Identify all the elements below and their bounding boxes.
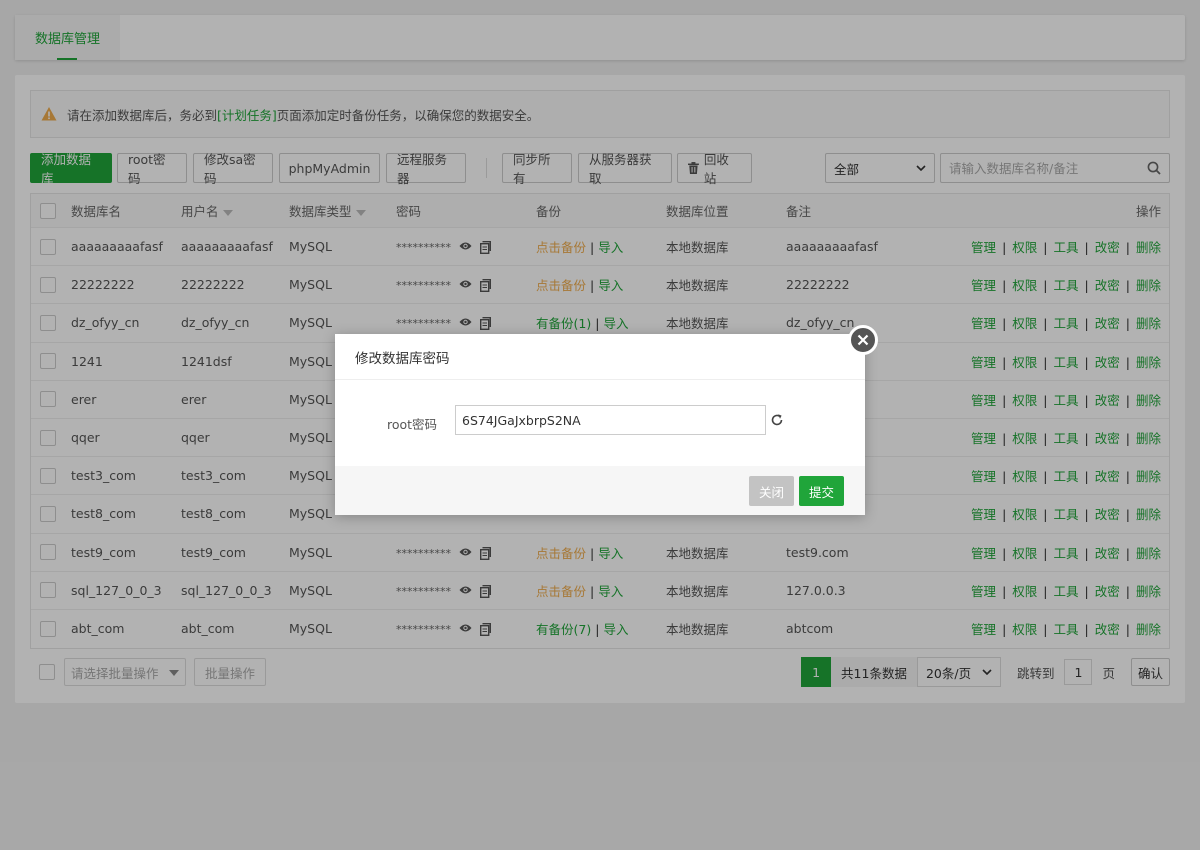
dialog-footer: 关闭 提交 [335, 466, 865, 515]
root-password-input[interactable] [455, 405, 766, 435]
close-icon[interactable] [848, 325, 878, 355]
dialog-submit-button[interactable]: 提交 [799, 476, 845, 506]
dialog-close-button[interactable]: 关闭 [749, 476, 795, 506]
root-password-label: root密码 [387, 417, 438, 432]
change-password-dialog: 修改数据库密码 root密码 关闭 提交 [335, 325, 878, 515]
dialog-title: 修改数据库密码 [335, 334, 865, 380]
page: 数据库管理 请在添加数据库后，务必到 [计划任务] 页面添加定时备份任务，以确保您的… [0, 0, 1200, 850]
dialog-body: root密码 [335, 380, 865, 466]
refresh-icon[interactable] [770, 413, 784, 427]
